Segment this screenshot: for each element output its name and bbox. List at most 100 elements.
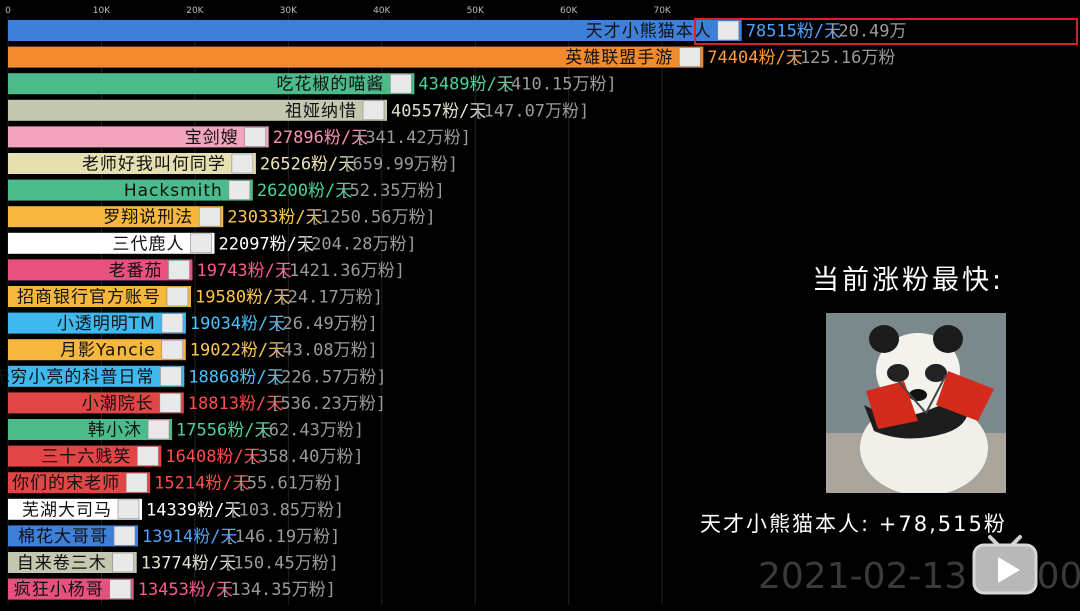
bar-row: 老师好我叫何同学 26526粉/天[659.99万粉] xyxy=(8,153,458,175)
bar-row: 芜湖大司马 14339粉/天[103.85万粉] xyxy=(8,498,344,520)
bar-name-label: 英雄联盟手游 xyxy=(565,48,673,68)
bar-name-label: 天才小熊猫本人 xyxy=(586,22,712,42)
avatar-icon xyxy=(117,499,140,520)
bar-value-label: 43489粉/天 xyxy=(418,75,513,95)
bar-total-label: [150.45万粉] xyxy=(223,554,339,574)
bar-row: 罗翔说刑法 23033粉/天[1250.56万粉] xyxy=(8,206,436,228)
bar-row: 英雄联盟手游 74404粉/天[125.16万粉 xyxy=(8,46,895,68)
bar-row: 招商银行官方账号 19580粉/天[24.17万粉] xyxy=(8,286,383,308)
bar-total-label: [226.57万粉] xyxy=(271,367,387,387)
bar-name-label: 三十六贱笑 xyxy=(41,447,131,467)
x-tick-label: 20K xyxy=(186,6,204,16)
bar-total-label: [341.42万粉] xyxy=(355,128,471,148)
bar-value-label: 13453粉/天 xyxy=(138,580,233,600)
bar-row: 自来卷三木 13774粉/天[150.45万粉] xyxy=(8,552,339,574)
x-tick-label: 40K xyxy=(373,6,391,16)
bar-value-label: 78515粉/天 xyxy=(746,22,841,42)
bar-row: 天才小熊猫本人 78515粉/天[20.49万 xyxy=(8,20,907,42)
avatar-icon xyxy=(679,47,701,67)
avatar-icon xyxy=(161,339,184,360)
bar-row: 疯狂小杨哥 13453粉/天[134.35万粉] xyxy=(8,578,336,600)
bar-name-label: 小透明明TM xyxy=(57,314,156,334)
bar-row: 你们的宋老师 15214粉/天[55.61万粉] xyxy=(8,472,342,494)
x-tick-label: 60K xyxy=(560,6,578,16)
avatar-icon xyxy=(161,313,184,333)
avatar-icon xyxy=(147,419,170,440)
avatar-icon xyxy=(717,20,740,41)
bar-total-label: [1250.56万粉] xyxy=(310,208,436,228)
bar-value-label: 19022粉/天 xyxy=(190,341,285,361)
bar-value-label: 19743粉/天 xyxy=(196,261,291,281)
fastest-caption: 天才小熊猫本人: +78,515粉 xyxy=(700,512,1007,536)
bar-row: 三十六贱笑 16408粉/天[358.40万粉] xyxy=(8,445,364,467)
bar-name-label: 棉花大哥哥 xyxy=(18,527,108,547)
bar-total-label: [52.35万粉] xyxy=(339,181,445,201)
bar-name-label: 韩小沐 xyxy=(88,421,142,441)
bar-total-label: [134.35万粉] xyxy=(220,580,336,600)
bar-name-label: 三代鹿人 xyxy=(112,234,184,254)
avatar-icon xyxy=(390,73,412,94)
bar-row: 三代鹿人 22097粉/天[204.28万粉] xyxy=(8,232,417,254)
bar-name-label: 自来卷三木 xyxy=(17,554,107,574)
bar-value-label: 13774粉/天 xyxy=(141,554,236,574)
bar-total-label: [358.40万粉] xyxy=(248,447,364,467)
x-tick-label: 0 xyxy=(5,6,11,16)
fastest-title: 当前涨粉最快: xyxy=(812,265,1005,296)
bar-value-label: 15214粉/天 xyxy=(154,474,249,494)
bar-value-label: 17556粉/天 xyxy=(176,421,271,441)
x-tick-label: 30K xyxy=(280,6,298,16)
bar-value-label: 22097粉/天 xyxy=(218,234,313,254)
bar-total-label: [55.61万粉] xyxy=(237,474,343,494)
bar-race-chart: 0 10K 20K 30K 40K 50K 60K 70K 天才小熊猫本人 78515粉/天 [20… xyxy=(0,0,1080,611)
bar xyxy=(8,259,193,281)
bilibili-play-icon[interactable] xyxy=(968,533,1042,597)
bar-value-label: 23033粉/天 xyxy=(227,208,322,228)
bar-name-label: 老番茄 xyxy=(108,261,162,281)
bar-value-label: 13914粉/天 xyxy=(142,527,237,547)
bar-name-label: 祖娅纳惜 xyxy=(285,101,357,121)
bar-value-label: 18813粉/天 xyxy=(188,394,283,414)
bar-name-label: 宝剑嫂 xyxy=(185,128,239,148)
bar-total-label: [536.23万粉] xyxy=(270,394,386,414)
avatar-icon xyxy=(168,260,190,280)
avatar-icon xyxy=(190,233,212,254)
avatar-icon xyxy=(160,366,182,387)
bar-value-label: 26200粉/天 xyxy=(257,181,352,201)
avatar-icon xyxy=(159,393,182,413)
avatar-icon xyxy=(362,100,385,121)
bar-name-label: 招商银行官方账号 xyxy=(17,288,161,308)
bar-row: 无穷小亮的科普日常 18868粉/天[226.57万粉] xyxy=(0,365,387,387)
bar-total-label: [410.15万粉] xyxy=(501,75,617,95)
avatar-icon xyxy=(125,472,148,493)
bar-name-label: 你们的宋老师 xyxy=(12,474,120,494)
panda-with-flags-icon xyxy=(826,313,1006,493)
bar-total-label: [1421.36万粉] xyxy=(279,261,405,281)
bar-name-label: 芜湖大司马 xyxy=(22,500,112,520)
x-tick-label: 10K xyxy=(93,6,111,16)
bar-value-label: 19580粉/天 xyxy=(195,288,290,308)
bar-row: 小潮院长 18813粉/天[536.23万粉] xyxy=(8,392,386,414)
avatar-icon xyxy=(137,446,159,466)
bar-row: 吃花椒的喵酱 43489粉/天[410.15万粉] xyxy=(8,73,617,95)
bar-value-label: 27896粉/天 xyxy=(273,128,368,148)
bar-total-label: [26.49万粉] xyxy=(272,314,378,334)
bar-row: 韩小沐 17556粉/天[62.43万粉] xyxy=(8,419,364,441)
avatar-icon xyxy=(244,127,266,147)
bar-name-label: 小潮院长 xyxy=(82,394,154,414)
bar-value-label: 26526粉/天 xyxy=(260,155,355,175)
bar-value-label: 74404粉/天 xyxy=(707,48,802,68)
bar-value-label: 16408粉/天 xyxy=(165,447,260,467)
avatar-icon xyxy=(109,579,132,599)
bar-value-label: 40557粉/天 xyxy=(391,101,486,121)
avatar-icon xyxy=(198,206,221,227)
bar-name-label: 疯狂小杨哥 xyxy=(14,580,104,600)
bar-total-label: [103.85万粉] xyxy=(228,500,344,520)
avatar-icon xyxy=(166,286,189,307)
bar-total-label: [204.28万粉] xyxy=(301,234,417,254)
x-tick-label: 70K xyxy=(653,6,671,16)
bar-row: 棉花大哥哥 13914粉/天[146.19万粉] xyxy=(8,525,340,547)
x-tick-label: 50K xyxy=(467,6,485,16)
bar-total-label: [659.99万粉] xyxy=(342,155,458,175)
bar-name-label: 吃花椒的喵酱 xyxy=(276,75,384,95)
bar-total-label: [62.43万粉] xyxy=(258,421,364,441)
